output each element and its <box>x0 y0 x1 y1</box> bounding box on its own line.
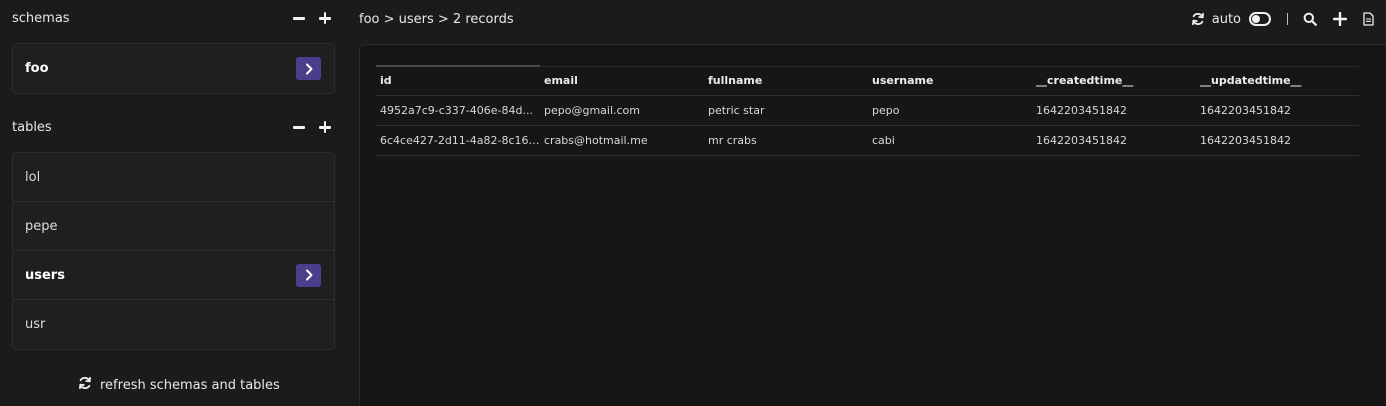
table-row[interactable]: 6c4ce427-2d11-4a82-8c16-... crabs@hotmai… <box>376 125 1359 156</box>
table-item-label: usr <box>25 317 46 332</box>
toolbar: auto <box>1191 12 1374 27</box>
table-header-row: id email fullname username __createdtime… <box>376 65 1359 96</box>
cell-updatedtime: 1642203451842 <box>1196 95 1359 126</box>
schemas-list: foo <box>12 43 335 94</box>
add-record-plus-icon[interactable] <box>1333 12 1347 26</box>
refresh-icon <box>78 376 92 394</box>
records-panel: id email fullname username __createdtime… <box>359 44 1386 406</box>
chevron-right-icon[interactable] <box>296 57 321 80</box>
auto-refresh-label: auto <box>1211 11 1241 27</box>
refresh-label: refresh schemas and tables <box>100 377 280 393</box>
schemas-actions <box>292 11 332 25</box>
sidebar: schemas foo tables lol pepe users usr re… <box>0 0 347 406</box>
chevron-right-icon[interactable] <box>296 263 321 287</box>
table-row[interactable]: 4952a7c9-c337-406e-84d... pepo@gmail.com… <box>376 95 1359 126</box>
cell-id: 4952a7c9-c337-406e-84d... <box>376 95 540 126</box>
cell-fullname: mr crabs <box>704 125 868 156</box>
tables-list: lol pepe users usr <box>12 152 335 350</box>
topbar: foo > users > 2 records auto <box>359 0 1374 38</box>
schemas-header: schemas <box>12 7 336 29</box>
table-item-usr[interactable]: usr <box>13 300 334 349</box>
cell-createdtime: 1642203451842 <box>1032 95 1196 126</box>
auto-refresh-toggle[interactable] <box>1249 12 1271 26</box>
table-item-pepe[interactable]: pepe <box>13 202 334 251</box>
refresh-icon[interactable] <box>1191 12 1205 26</box>
app-root: schemas foo tables lol pepe users usr re… <box>0 0 1386 406</box>
cell-id: 6c4ce427-2d11-4a82-8c16-... <box>376 125 540 156</box>
toolbar-divider <box>1287 13 1288 25</box>
column-header-fullname[interactable]: fullname <box>704 65 868 96</box>
table-item-label: pepe <box>25 218 58 234</box>
schemas-title: schemas <box>12 10 70 26</box>
schema-item-foo[interactable]: foo <box>13 44 334 93</box>
column-header-email[interactable]: email <box>540 65 704 96</box>
refresh-schemas-button[interactable]: refresh schemas and tables <box>78 376 280 394</box>
breadcrumb: foo > users > 2 records <box>359 11 514 27</box>
add-table-plus-icon[interactable] <box>318 120 332 134</box>
cell-updatedtime: 1642203451842 <box>1196 125 1359 156</box>
schema-item-label: foo <box>25 61 49 76</box>
remove-table-minus-icon[interactable] <box>292 120 306 134</box>
column-header-createdtime[interactable]: __createdtime__ <box>1032 65 1196 96</box>
cell-email: crabs@hotmail.me <box>540 125 704 156</box>
tables-actions <box>292 120 332 134</box>
cell-username: cabi <box>868 125 1032 156</box>
cell-email: pepo@gmail.com <box>540 95 704 126</box>
table-item-lol[interactable]: lol <box>13 153 334 202</box>
table-item-label: lol <box>25 169 41 185</box>
document-icon[interactable] <box>1363 12 1374 26</box>
table-item-users[interactable]: users <box>13 251 334 300</box>
column-header-updatedtime[interactable]: __updatedtime__ <box>1196 65 1359 96</box>
add-schema-plus-icon[interactable] <box>318 11 332 25</box>
column-header-username[interactable]: username <box>868 65 1032 96</box>
tables-header: tables <box>12 116 336 138</box>
cell-fullname: petric star <box>704 95 868 126</box>
cell-createdtime: 1642203451842 <box>1032 125 1196 156</box>
column-header-id[interactable]: id <box>376 65 540 96</box>
remove-schema-minus-icon[interactable] <box>292 11 306 25</box>
cell-username: pepo <box>868 95 1032 126</box>
records-table: id email fullname username __createdtime… <box>376 65 1359 156</box>
table-item-label: users <box>25 267 65 283</box>
tables-title: tables <box>12 119 52 135</box>
search-icon[interactable] <box>1303 12 1317 26</box>
